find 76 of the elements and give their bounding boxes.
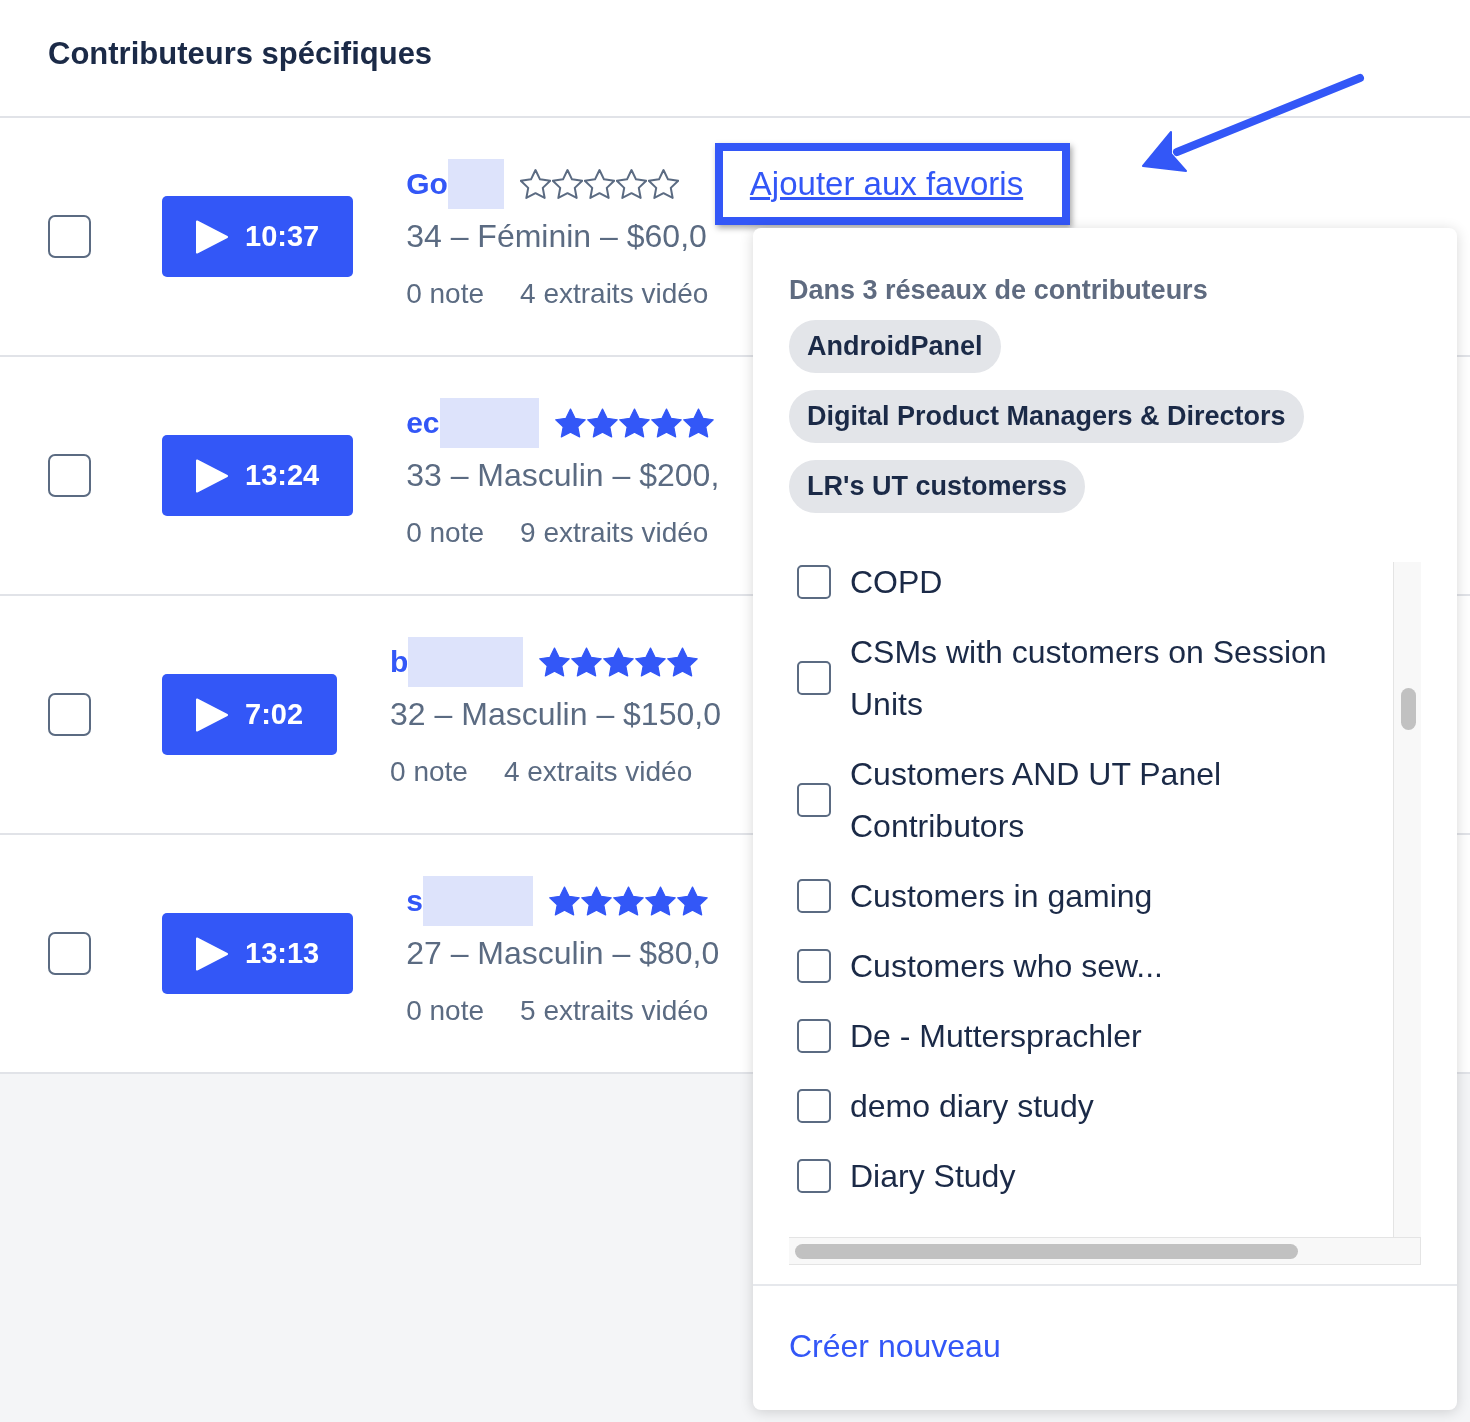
network-tag: Digital Product Managers & Directors xyxy=(789,390,1304,443)
play-icon xyxy=(196,697,228,732)
star-icon xyxy=(551,168,583,199)
star-icon xyxy=(635,646,667,677)
section-heading: Dans 3 réseaux de contributeurs xyxy=(789,274,1209,307)
star-icon xyxy=(539,646,571,677)
row-checkbox[interactable] xyxy=(48,693,91,736)
star-icon xyxy=(682,407,714,438)
star-icon xyxy=(583,168,615,199)
contributor-name-link[interactable]: b xyxy=(390,643,409,680)
star-icon xyxy=(647,168,679,199)
play-button[interactable]: 13:13 xyxy=(162,913,354,994)
favorites-link[interactable]: Ajouter aux favoris xyxy=(749,163,1024,204)
list-option[interactable]: De - Muttersprachler xyxy=(797,1010,1393,1062)
star-icon xyxy=(615,168,647,199)
star-icon xyxy=(548,885,580,916)
demographics-text: 34 – Féminin – $60,0 xyxy=(406,216,707,256)
star-icon xyxy=(603,646,635,677)
star-icon xyxy=(612,885,644,916)
checkbox[interactable] xyxy=(797,1019,831,1053)
star-icon xyxy=(667,646,699,677)
checkbox[interactable] xyxy=(797,565,831,599)
row-checkbox[interactable] xyxy=(48,932,91,975)
notes-count: 0 note xyxy=(390,754,468,789)
play-icon xyxy=(196,219,228,254)
play-icon xyxy=(196,936,228,971)
checkbox[interactable] xyxy=(797,949,831,983)
star-icon xyxy=(519,168,551,199)
list-option[interactable]: COPD xyxy=(797,556,1393,608)
star-icon xyxy=(644,885,676,916)
scrollbar-thumb[interactable] xyxy=(795,1244,1298,1259)
row-checkbox[interactable] xyxy=(48,454,91,497)
play-button[interactable]: 7:02 xyxy=(162,674,338,755)
vertical-scrollbar[interactable] xyxy=(1393,562,1421,1237)
checkbox[interactable] xyxy=(797,1159,831,1193)
list-option[interactable]: demo diary study xyxy=(797,1080,1393,1132)
star-icon xyxy=(676,885,708,916)
row-checkbox[interactable] xyxy=(48,215,91,258)
checkbox[interactable] xyxy=(797,879,831,913)
clips-count: 5 extraits vidéo xyxy=(520,993,709,1028)
checkbox[interactable] xyxy=(797,1089,831,1123)
notes-count: 0 note xyxy=(406,276,485,311)
star-icon xyxy=(586,407,618,438)
contributor-name-link[interactable]: s xyxy=(406,882,423,919)
checkbox[interactable] xyxy=(797,661,831,695)
demographics-text: 33 – Masculin – $200, xyxy=(406,455,720,495)
star-icon xyxy=(571,646,603,677)
demographics-text: 27 – Masculin – $80,0 xyxy=(406,933,720,973)
clips-count: 9 extraits vidéo xyxy=(520,515,709,550)
list-option[interactable]: Customers AND UT Panel Contributors xyxy=(797,748,1393,852)
demographics-text: 32 – Masculin – $150,0 xyxy=(390,694,721,734)
star-icon xyxy=(650,407,682,438)
network-tag: LR's UT customerss xyxy=(789,460,1085,513)
star-icon xyxy=(618,407,650,438)
play-icon xyxy=(196,458,228,493)
checkbox[interactable] xyxy=(797,783,831,817)
create-new-link[interactable]: Créer nouveau xyxy=(789,1328,1001,1364)
blurred-block xyxy=(447,158,504,209)
list-option[interactable]: Customers who sew... xyxy=(797,940,1393,992)
notes-count: 0 note xyxy=(406,515,485,550)
contributor-name-link[interactable]: ec xyxy=(406,404,440,441)
list-option[interactable]: Customers in gaming xyxy=(797,870,1393,922)
list-option[interactable]: Diary Study xyxy=(797,1150,1393,1202)
notes-count: 0 note xyxy=(406,993,485,1028)
star-icon xyxy=(554,407,586,438)
horizontal-scrollbar[interactable] xyxy=(789,1237,1421,1265)
star-icon xyxy=(580,885,612,916)
play-button[interactable]: 13:24 xyxy=(162,435,354,516)
clips-count: 4 extraits vidéo xyxy=(503,754,693,789)
scrollbar-thumb[interactable] xyxy=(1401,688,1416,730)
page-title: Contributeurs spécifiques xyxy=(48,34,433,73)
network-tag: AndroidPanel xyxy=(789,320,1001,373)
list-option[interactable]: CSMs with customers on Session Units xyxy=(797,626,1393,730)
clips-count: 4 extraits vidéo xyxy=(520,276,709,311)
contributor-name-link[interactable]: Go xyxy=(406,165,448,202)
play-button[interactable]: 10:37 xyxy=(162,196,354,277)
